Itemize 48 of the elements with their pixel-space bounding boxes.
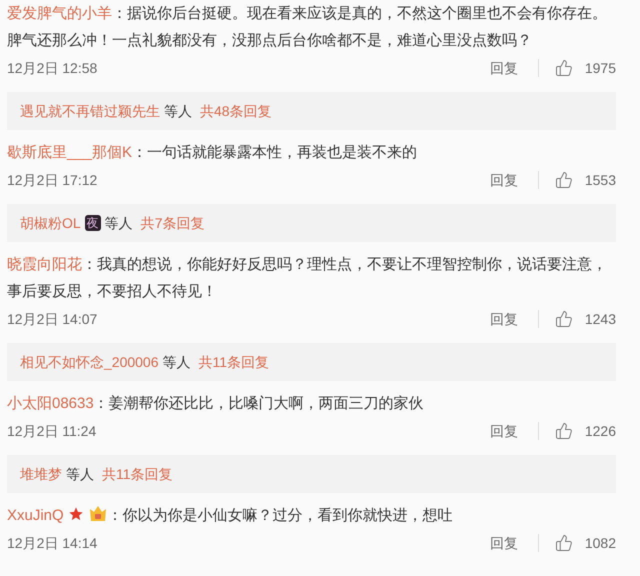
comment-date: 12月2日 17:12 <box>7 170 98 190</box>
night-badge: 夜 <box>84 215 101 231</box>
like-icon[interactable] <box>554 534 573 552</box>
like-count: 1226 <box>584 422 616 440</box>
reply-etc: 等人 <box>104 214 133 232</box>
reply-total-link[interactable]: 共11条回复 <box>102 464 173 484</box>
reply-etc: 等人 <box>162 352 191 372</box>
comment-text: 晓霞向阳花：我真的想说，你能好好反思吗？理性点，不要让不理智控制你，说话要注意，事后要反思，不要招人不待见！ <box>7 255 608 302</box>
reply-link[interactable]: 回复 <box>486 58 522 78</box>
comment-date: 12月2日 14:07 <box>7 310 98 328</box>
reply-etc: 等人 <box>66 464 94 484</box>
comment-text: XxuJinQ ：你以为你是小仙女嘛？过分，看到你就快进，想吐 <box>7 504 454 526</box>
like-count: 1082 <box>584 534 616 552</box>
comment-text: 歇斯底里___那個K：一句话就能暴露本性，再装也是装不来的 <box>7 143 418 163</box>
like-count: 1553 <box>584 170 616 190</box>
replies-panel[interactable]: 遇见就不再错过颖先生 等人 共48条回复 <box>7 92 616 130</box>
star-icon <box>68 506 84 522</box>
reply-link[interactable]: 回复 <box>486 308 522 330</box>
reply-link[interactable]: 回复 <box>486 170 522 190</box>
like-icon[interactable] <box>554 422 573 440</box>
reply-link[interactable]: 回复 <box>486 532 522 554</box>
reply-total-link[interactable]: 共7条回复 <box>140 212 204 234</box>
like-count: 1975 <box>584 58 616 78</box>
comment-text: 小太阳08633：姜潮帮你还比比，比嗓门大啊，两面三刀的家伙 <box>7 394 425 414</box>
like-icon[interactable] <box>554 171 573 189</box>
author-link[interactable]: XxuJinQ <box>7 507 64 524</box>
author-link[interactable]: 爱发脾气的小羊 <box>7 5 112 22</box>
comment-date: 12月2日 14:14 <box>7 534 98 552</box>
replies-panel[interactable]: 堆堆梦 等人 共11条回复 <box>7 455 616 493</box>
reply-author-link[interactable]: 胡椒粉OL <box>20 212 81 234</box>
like-icon[interactable] <box>554 310 573 328</box>
comment-date: 12月2日 11:24 <box>7 422 96 440</box>
reply-author-link[interactable]: 遇见就不再错过颖先生 <box>20 100 160 122</box>
comment-date: 12月2日 12:58 <box>7 58 98 78</box>
reply-link[interactable]: 回复 <box>486 420 522 442</box>
author-link[interactable]: 晓霞向阳花 <box>7 256 82 273</box>
reply-total-link[interactable]: 共48条回复 <box>200 100 272 122</box>
reply-author-link[interactable]: 相见不如怀念_200006 <box>20 352 159 372</box>
like-icon[interactable] <box>554 59 573 77</box>
like-count: 1243 <box>584 310 616 328</box>
comment-text: 爱发脾气的小羊：据说你后台挺硬。现在看来应该是真的，不然这个圈里也不会有你存在。脾气还那么冲！一点礼貌都没有，没那点后台你啥都不是，难道心里没点数吗？ <box>7 4 608 51</box>
reply-author-link[interactable]: 堆堆梦 <box>20 464 62 484</box>
replies-panel[interactable]: 相见不如怀念_200006 等人 共11条回复 <box>7 343 616 381</box>
author-link[interactable]: 小太阳08633 <box>7 395 94 412</box>
author-link[interactable]: 歇斯底里___那個K <box>7 144 132 161</box>
replies-panel[interactable]: 胡椒粉OL 夜 等人 共7条回复 <box>7 204 616 242</box>
reply-total-link[interactable]: 共11条回复 <box>198 352 270 372</box>
reply-etc: 等人 <box>164 102 192 120</box>
